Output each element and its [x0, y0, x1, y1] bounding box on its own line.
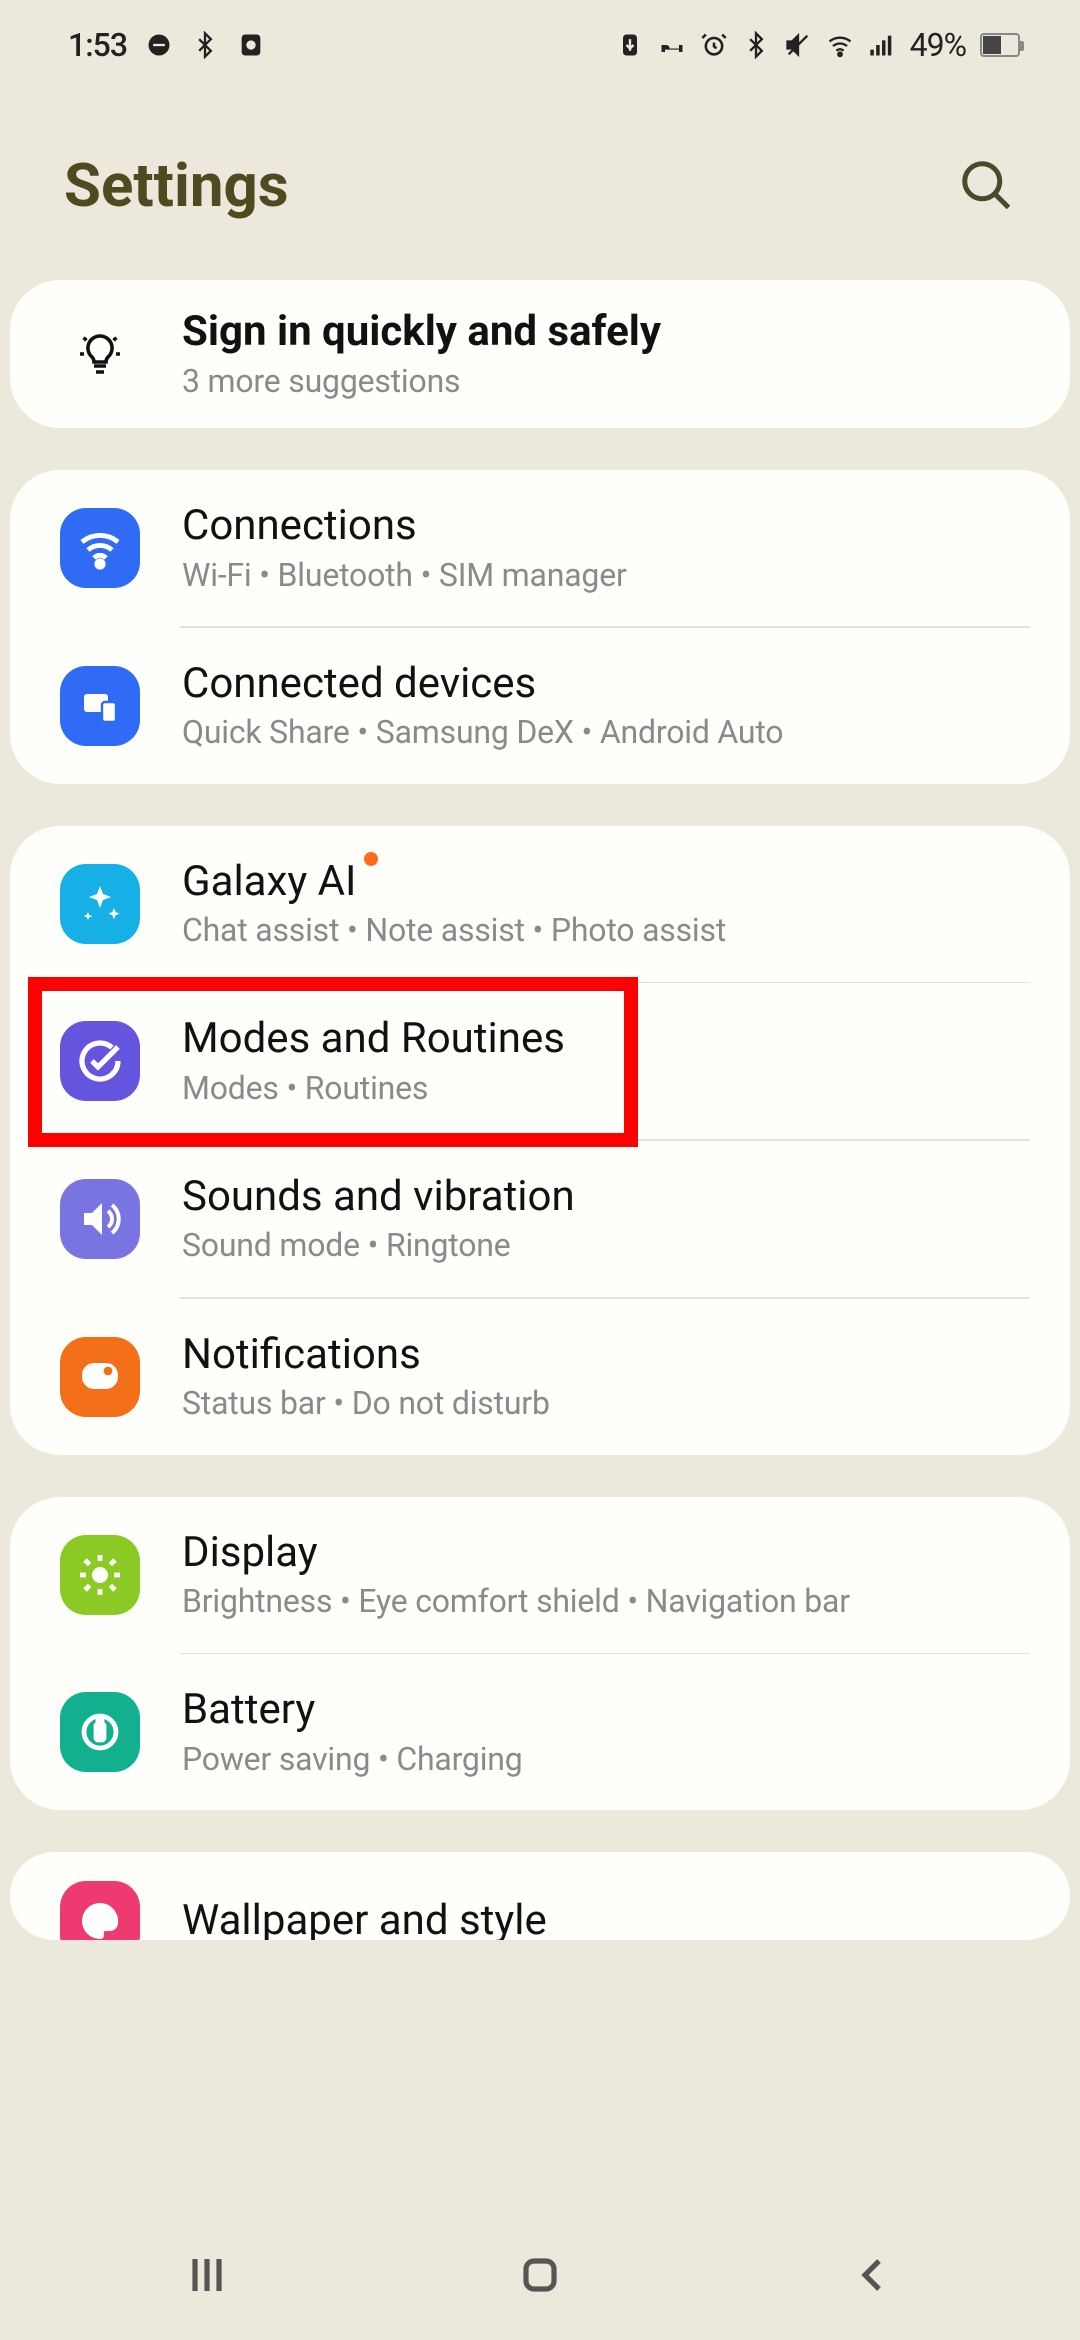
mute-icon: [784, 31, 812, 59]
navigation-bar: [0, 2210, 1080, 2340]
settings-group-2: Galaxy AI Chat assist • Note assist • Ph…: [10, 826, 1070, 1455]
row-title: Wallpaper and style: [182, 1895, 1030, 1940]
bed-icon: [658, 31, 686, 59]
row-title: Sounds and vibration: [182, 1171, 1030, 1224]
battery-percent: 49%: [910, 26, 966, 64]
signal-icon: [868, 31, 896, 59]
row-sounds-vibration[interactable]: Sounds and vibration Sound mode • Ringto…: [10, 1141, 1070, 1297]
settings-content[interactable]: Sign in quickly and safely 3 more sugges…: [0, 280, 1080, 1940]
wifi-circle-icon: [60, 508, 140, 588]
page-title: Settings: [64, 150, 289, 221]
devices-icon: [60, 666, 140, 746]
suggestion-subtitle: 3 more suggestions: [182, 361, 1030, 403]
row-title: Connections: [182, 500, 1030, 553]
row-title: Battery: [182, 1684, 1030, 1737]
status-bar-left: 1:53: [68, 26, 265, 64]
row-subtitle: Quick Share • Samsung DeX • Android Auto: [182, 712, 1030, 754]
settings-group-1: Connections Wi-Fi • Bluetooth • SIM mana…: [10, 470, 1070, 784]
row-subtitle: Status bar • Do not disturb: [182, 1383, 1030, 1425]
row-subtitle: Power saving • Charging: [182, 1739, 1030, 1781]
row-display[interactable]: Display Brightness • Eye comfort shield …: [10, 1497, 1070, 1653]
bluetooth-icon: [191, 31, 219, 59]
search-button[interactable]: [956, 155, 1016, 215]
notification-bubble-icon: [60, 1337, 140, 1417]
row-notifications[interactable]: Notifications Status bar • Do not distur…: [10, 1299, 1070, 1455]
row-subtitle: Wi-Fi • Bluetooth • SIM manager: [182, 555, 1030, 597]
suggestion-text: Sign in quickly and safely 3 more sugges…: [182, 306, 1030, 402]
row-battery[interactable]: Battery Power saving • Charging: [10, 1654, 1070, 1810]
search-icon: [956, 155, 1016, 215]
lightbulb-icon: [60, 314, 140, 394]
row-title: Notifications: [182, 1329, 1030, 1382]
row-connections[interactable]: Connections Wi-Fi • Bluetooth • SIM mana…: [10, 470, 1070, 626]
nav-recents[interactable]: [107, 2251, 307, 2299]
wifi-icon: [826, 31, 854, 59]
bluetooth-status-icon: [742, 31, 770, 59]
sun-icon: [60, 1535, 140, 1615]
row-title: Galaxy AI: [182, 856, 1030, 909]
nav-back[interactable]: [773, 2251, 973, 2299]
row-subtitle: Modes • Routines: [182, 1068, 1030, 1110]
row-wallpaper-style[interactable]: Wallpaper and style: [10, 1852, 1070, 1940]
speaker-icon: [60, 1179, 140, 1259]
leaf-icon: [616, 31, 644, 59]
dnd-icon: [145, 31, 173, 59]
row-subtitle: Sound mode • Ringtone: [182, 1225, 1030, 1267]
new-badge-dot: [364, 852, 378, 866]
row-modes-routines[interactable]: Modes and Routines Modes • Routines: [10, 983, 1070, 1139]
status-time: 1:53: [68, 26, 127, 64]
nav-home[interactable]: [440, 2251, 640, 2299]
suggestion-row[interactable]: Sign in quickly and safely 3 more sugges…: [10, 280, 1070, 428]
suggestion-title: Sign in quickly and safely: [182, 306, 1030, 359]
suggestion-card[interactable]: Sign in quickly and safely 3 more sugges…: [10, 280, 1070, 428]
row-subtitle: Chat assist • Note assist • Photo assist: [182, 910, 1030, 952]
row-connected-devices[interactable]: Connected devices Quick Share • Samsung …: [10, 628, 1070, 784]
row-subtitle: Brightness • Eye comfort shield • Naviga…: [182, 1581, 1030, 1623]
alarm-icon: [700, 31, 728, 59]
battery-icon: [980, 33, 1020, 57]
status-bar: 1:53 49%: [0, 0, 1080, 90]
sparkle-icon: [60, 864, 140, 944]
settings-group-4: Wallpaper and style: [10, 1852, 1070, 1940]
row-galaxy-ai[interactable]: Galaxy AI Chat assist • Note assist • Ph…: [10, 826, 1070, 982]
row-title: Modes and Routines: [182, 1013, 1030, 1066]
battery-circle-icon: [60, 1692, 140, 1772]
palette-icon: [60, 1881, 140, 1940]
header: Settings: [0, 90, 1080, 280]
status-bar-right: 49%: [616, 26, 1020, 64]
row-title: Display: [182, 1527, 1030, 1580]
row-title: Connected devices: [182, 658, 1030, 711]
app-icon: [237, 31, 265, 59]
check-circle-icon: [60, 1021, 140, 1101]
settings-group-3: Display Brightness • Eye comfort shield …: [10, 1497, 1070, 1811]
